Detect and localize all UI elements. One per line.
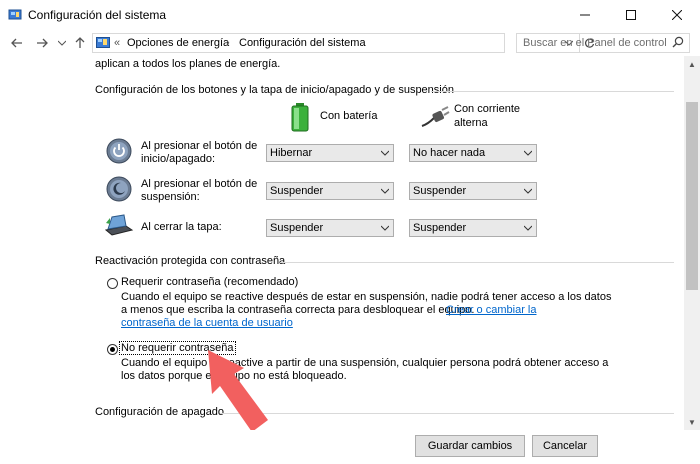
row-power-label-line1: Al presionar el botón de — [141, 140, 258, 152]
breadcrumb-separator-icon: › — [226, 37, 230, 49]
no-password-radio[interactable] — [107, 344, 118, 355]
scrollbar-thumb[interactable] — [686, 102, 698, 290]
column-ac-label-line2: alterna — [454, 117, 488, 129]
section-divider — [280, 262, 674, 263]
select-value: Suspender — [413, 222, 467, 234]
select-value: Suspender — [270, 222, 324, 234]
window-title: Configuración del sistema — [28, 8, 167, 22]
forward-arrow-icon — [37, 38, 48, 48]
require-password-label[interactable]: Requerir contraseña (recomendado) — [121, 276, 298, 288]
select-value: Suspender — [270, 185, 324, 197]
chevron-down-icon — [381, 225, 389, 231]
recent-locations-button[interactable] — [53, 34, 71, 52]
row-lid-label: Al cerrar la tapa: — [141, 221, 222, 233]
title-bar: Configuración del sistema — [0, 0, 700, 30]
scroll-up-icon[interactable]: ▲ — [688, 60, 696, 69]
annotation-arrow — [208, 350, 268, 430]
address-bar-row: « Opciones de energía › Configuración de… — [0, 30, 700, 56]
chevron-down-icon — [381, 150, 389, 156]
footer-bar: Guardar cambios Cancelar — [0, 430, 700, 464]
select-value: Suspender — [413, 185, 467, 197]
lid-ac-select[interactable]: Suspender — [409, 219, 537, 237]
breadcrumb-power-options[interactable]: Opciones de energía — [127, 37, 229, 49]
minimize-icon — [580, 14, 590, 16]
select-value: No hacer nada — [413, 147, 486, 159]
save-changes-button[interactable]: Guardar cambios — [415, 435, 525, 457]
section-divider — [431, 91, 674, 92]
minimize-button[interactable] — [562, 0, 608, 30]
section-divider — [220, 413, 674, 414]
column-battery-label: Con batería — [320, 110, 378, 122]
back-arrow-icon — [11, 38, 22, 48]
create-change-password-link[interactable]: Crear o cambiar la — [446, 304, 536, 316]
scroll-down-icon[interactable]: ▼ — [688, 418, 696, 427]
chevron-down-icon — [524, 225, 532, 231]
require-password-desc-line2: a menos que escriba la contraseña correc… — [121, 304, 475, 316]
forward-button[interactable] — [33, 34, 51, 52]
vertical-scrollbar[interactable]: ▲ ▼ — [684, 56, 700, 430]
no-password-desc-line1: Cuando el equipo se reactive a partir de… — [121, 357, 609, 369]
row-sleep-label-line2: suspensión: — [141, 191, 200, 203]
close-button[interactable] — [654, 0, 700, 30]
lid-battery-select[interactable]: Suspender — [266, 219, 394, 237]
power-button-icon — [106, 138, 132, 164]
address-box[interactable]: « Opciones de energía › Configuración de… — [92, 33, 595, 53]
buttons-section-heading: Configuración de los botones y la tapa d… — [95, 84, 454, 96]
maximize-icon — [626, 10, 636, 20]
up-arrow-icon — [75, 37, 85, 48]
chevron-down-icon — [58, 40, 66, 46]
sleep-button-icon — [106, 176, 132, 202]
control-panel-icon — [96, 37, 110, 48]
chevron-down-icon — [381, 188, 389, 194]
breadcrumb-system-settings[interactable]: Configuración del sistema — [239, 37, 366, 49]
close-icon — [672, 10, 682, 20]
select-value: Hibernar — [270, 147, 313, 159]
row-power-label-line2: inicio/apagado: — [141, 153, 216, 165]
control-panel-icon — [8, 9, 22, 20]
up-button[interactable] — [71, 34, 89, 52]
chevron-down-icon — [524, 188, 532, 194]
content-pane: aplican a todos los planes de energía. C… — [0, 56, 684, 430]
cancel-button[interactable]: Cancelar — [532, 435, 598, 457]
maximize-button[interactable] — [608, 0, 654, 30]
search-placeholder: Buscar en el Panel de control — [523, 37, 667, 49]
chevron-down-icon — [524, 150, 532, 156]
password-section-heading: Reactivación protegida con contraseña — [95, 255, 286, 267]
require-password-radio[interactable] — [107, 278, 118, 289]
battery-icon — [291, 103, 309, 132]
create-change-password-link-cont[interactable]: contraseña de la cuenta de usuario — [121, 317, 293, 329]
laptop-lid-icon — [104, 214, 134, 236]
power-button-battery-select[interactable]: Hibernar — [266, 144, 394, 162]
row-sleep-label-line1: Al presionar el botón de — [141, 178, 258, 190]
power-plug-icon — [421, 106, 450, 127]
column-ac-label-line1: Con corriente — [454, 103, 521, 115]
sleep-button-ac-select[interactable]: Suspender — [409, 182, 537, 200]
sleep-button-battery-select[interactable]: Suspender — [266, 182, 394, 200]
back-button[interactable] — [8, 34, 26, 52]
power-button-ac-select[interactable]: No hacer nada — [409, 144, 537, 162]
search-input[interactable]: Buscar en el Panel de control — [516, 33, 690, 53]
require-password-desc-line1: Cuando el equipo se reactive después de … — [121, 291, 612, 303]
intro-text: aplican a todos los planes de energía. — [95, 58, 281, 70]
breadcrumb-overflow[interactable]: « — [114, 37, 120, 49]
search-icon — [672, 36, 684, 48]
